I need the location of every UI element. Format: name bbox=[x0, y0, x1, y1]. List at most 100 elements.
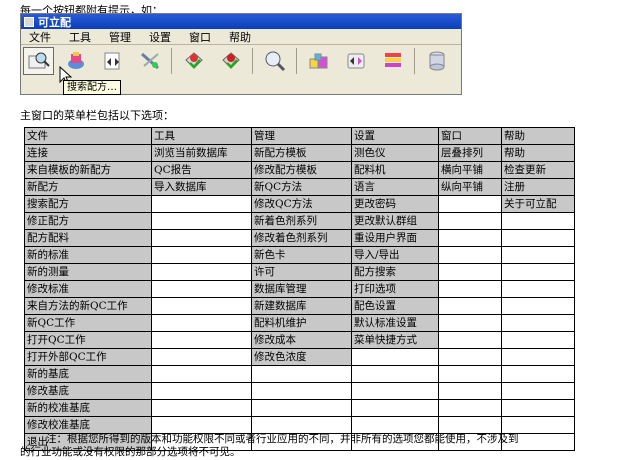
table-cell bbox=[501, 382, 575, 400]
table-cell: 打印选项 bbox=[351, 280, 439, 298]
table-header-cell: 管理 bbox=[251, 127, 352, 145]
table-cell bbox=[351, 348, 439, 366]
search-recipe-button[interactable] bbox=[23, 47, 54, 75]
arrow-swap-icon bbox=[347, 53, 364, 69]
table-cell bbox=[151, 382, 252, 400]
cylinder-icon bbox=[429, 51, 444, 71]
mix-button[interactable] bbox=[178, 47, 209, 75]
table-row: 新的标准 新色卡 导入/导出 bbox=[24, 246, 575, 264]
magnifier-button[interactable] bbox=[259, 47, 290, 75]
tools-button[interactable] bbox=[134, 47, 165, 75]
menu-file[interactable]: 文件 bbox=[29, 29, 51, 45]
toolbar-separator bbox=[296, 48, 297, 74]
table-cell: 新配方模板 bbox=[251, 144, 352, 162]
table-cell: 配料机 bbox=[351, 161, 439, 179]
footnote-line-2: 的行业功能或没有权限的那部分选项将不可见。 bbox=[20, 446, 241, 458]
app-toolbar bbox=[21, 45, 461, 77]
table-cell: QC报告 bbox=[151, 161, 252, 179]
table-cell bbox=[151, 195, 252, 213]
table-cell: 菜单快捷方式 bbox=[351, 331, 439, 349]
table-cell bbox=[351, 382, 439, 400]
table-cell: 搜索配方 bbox=[24, 195, 152, 213]
table-row: 搜索配方 修改QC方法 更改密码 关于可立配 bbox=[24, 195, 575, 213]
table-cell: 新着色剂系列 bbox=[251, 212, 352, 230]
table-cell bbox=[501, 263, 575, 281]
table-cell bbox=[501, 348, 575, 366]
table-cell: 默认标准设置 bbox=[351, 314, 439, 332]
table-cell bbox=[251, 399, 352, 417]
paint-cans-button[interactable] bbox=[303, 47, 334, 75]
app-menubar: 文件 工具 管理 设置 窗口 帮助 bbox=[21, 29, 461, 45]
table-cell bbox=[151, 229, 252, 247]
table-row: 来自方法的新QC工作 新建数据库 配色设置 bbox=[24, 297, 575, 315]
table-cell: 新QC工作 bbox=[24, 314, 152, 332]
menu-options-table: 文件 工具 管理 设置 窗口 帮助 连接 浏览当前数据库 新配方模板 测色仪 层叠排列 帮助 来自模板的… bbox=[24, 127, 575, 451]
menu-tools[interactable]: 工具 bbox=[69, 29, 91, 45]
table-row: 新QC工作 配料机维护 默认标准设置 bbox=[24, 314, 575, 332]
table-cell: 新配方 bbox=[24, 178, 152, 196]
table-cell bbox=[151, 348, 252, 366]
toolbar-separator bbox=[252, 48, 253, 74]
table-cell bbox=[151, 399, 252, 417]
table-cell: 连接 bbox=[24, 144, 152, 162]
table-row: 打开外部QC工作 修改色浓度 bbox=[24, 348, 575, 366]
menu-settings[interactable]: 设置 bbox=[149, 29, 171, 45]
table-cell: 新的测量 bbox=[24, 263, 152, 281]
table-row: 打开QC工作 修改成本 菜单快捷方式 bbox=[24, 331, 575, 349]
tools-icon bbox=[140, 52, 159, 70]
table-cell: 新色卡 bbox=[251, 246, 352, 264]
cylinder-button[interactable] bbox=[421, 47, 452, 75]
table-cell bbox=[438, 382, 502, 400]
table-cell bbox=[438, 365, 502, 383]
table-cell bbox=[351, 399, 439, 417]
table-cell bbox=[438, 229, 502, 247]
tooltip-search-recipe: 搜索配方… bbox=[63, 80, 121, 95]
table-cell: 数据库管理 bbox=[251, 280, 352, 298]
table-cell bbox=[501, 331, 575, 349]
table-cell bbox=[438, 348, 502, 366]
menu-window[interactable]: 窗口 bbox=[189, 29, 211, 45]
table-cell: 打开QC工作 bbox=[24, 331, 152, 349]
table-cell bbox=[151, 416, 252, 434]
paint-cans-icon bbox=[309, 53, 327, 69]
table-cell bbox=[438, 263, 502, 281]
table-cell bbox=[438, 297, 502, 315]
table-cell: 修改配方模板 bbox=[251, 161, 352, 179]
menu-help[interactable]: 帮助 bbox=[229, 29, 251, 45]
table-cell bbox=[438, 212, 502, 230]
table-cell bbox=[151, 212, 252, 230]
table-cell bbox=[438, 314, 502, 332]
mix-red-button[interactable] bbox=[215, 47, 246, 75]
table-cell: 修改色浓度 bbox=[251, 348, 352, 366]
table-cell bbox=[151, 263, 252, 281]
toolbar-separator bbox=[171, 48, 172, 74]
table-cell bbox=[438, 399, 502, 417]
table-cell: 打开外部QC工作 bbox=[24, 348, 152, 366]
table-cell bbox=[351, 416, 439, 434]
table-cell: 新QC方法 bbox=[251, 178, 352, 196]
table-cell bbox=[251, 382, 352, 400]
table-cell bbox=[351, 365, 439, 383]
table-cell: 层叠排列 bbox=[438, 144, 502, 162]
table-cell bbox=[438, 331, 502, 349]
table-cell bbox=[501, 297, 575, 315]
table-cell: 更改密码 bbox=[351, 195, 439, 213]
table-row: 修改校准基底 bbox=[24, 416, 575, 434]
menu-manage[interactable]: 管理 bbox=[109, 29, 131, 45]
table-cell: 配色设置 bbox=[351, 297, 439, 315]
table-cell: 语言 bbox=[351, 178, 439, 196]
colorbars-button[interactable] bbox=[377, 47, 408, 75]
table-header-cell: 文件 bbox=[24, 127, 152, 145]
magnifier-icon bbox=[265, 51, 285, 72]
table-row: 新的测量 许可 配方搜索 bbox=[24, 263, 575, 281]
table-cell bbox=[151, 246, 252, 264]
table-cell bbox=[501, 229, 575, 247]
table-row: 修正配方 新着色剂系列 更改默认群组 bbox=[24, 212, 575, 230]
table-row: 修改基底 bbox=[24, 382, 575, 400]
table-cell bbox=[438, 246, 502, 264]
arrow-swap-button[interactable] bbox=[340, 47, 371, 75]
table-cell: 横向平铺 bbox=[438, 161, 502, 179]
table-cell: 修正配方 bbox=[24, 212, 152, 230]
arrow-recipe-button[interactable] bbox=[97, 47, 128, 75]
table-cell: 配方搜索 bbox=[351, 263, 439, 281]
